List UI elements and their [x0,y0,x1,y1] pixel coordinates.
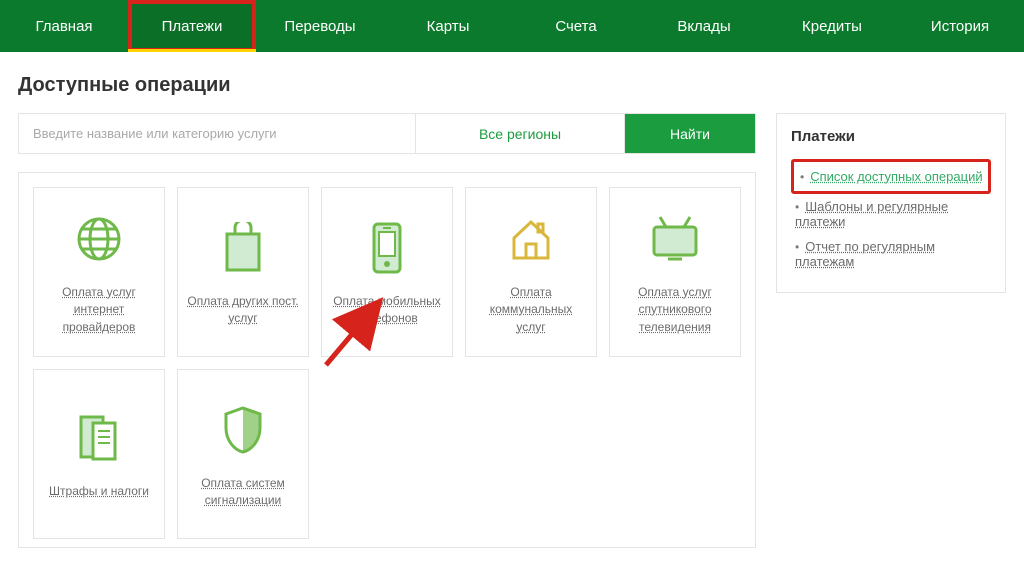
tile-label: Оплата мобильных телефонов [330,293,444,328]
tile-label: Оплата коммунальных услуг [474,284,588,336]
content: Доступные операции Все регионы Найти Опл… [0,52,1024,568]
tile-label: Оплата услуг интернет провайдеров [42,284,156,336]
find-button[interactable]: Найти [625,114,755,153]
side-link-operations[interactable]: Список доступных операций [796,164,986,189]
nav-label: Переводы [284,18,355,35]
page-title: Доступные операции [18,74,1006,97]
globe-icon [74,208,124,270]
side-link-label: Шаблоны и регулярные платежи [795,199,948,229]
side-link-label: Отчет по регулярным платежам [795,239,935,269]
top-nav: Главная Платежи Переводы Карты Счета Вкл… [0,0,1024,52]
annotation-highlight-sidebar: Список доступных операций [791,159,991,194]
tile-label: Оплата систем сигнализации [186,475,300,510]
tile-other[interactable]: Оплата других пост. услуг [177,187,309,357]
tile-utilities[interactable]: Оплата коммунальных услуг [465,187,597,357]
nav-item-credits[interactable]: Кредиты [768,0,896,52]
nav-item-deposits[interactable]: Вклады [640,0,768,52]
tile-fines[interactable]: Штрафы и налоги [33,369,165,539]
sidebar: Платежи Список доступных операций Шаблон… [776,113,1006,548]
nav-label: История [931,18,989,35]
tiles-panel: Оплата услуг интернет провайдеров Оплата… [18,172,756,548]
main-column: Все регионы Найти Оплата услуг интернет … [18,113,756,548]
bag-icon [221,217,265,279]
receipt-icon [75,407,123,469]
tv-icon [648,208,702,270]
nav-item-cards[interactable]: Карты [384,0,512,52]
tile-tv[interactable]: Оплата услуг спутникового телевидения [609,187,741,357]
tile-label: Штрафы и налоги [49,483,149,500]
search-input[interactable] [19,114,415,153]
tile-mobile[interactable]: Оплата мобильных телефонов [321,187,453,357]
nav-label: Карты [427,18,470,35]
tile-label: Оплата других пост. услуг [186,293,300,328]
tile-label: Оплата услуг спутникового телевидения [618,284,732,336]
region-button[interactable]: Все регионы [415,114,625,153]
nav-item-history[interactable]: История [896,0,1024,52]
side-link-label: Список доступных операций [810,169,982,184]
side-panel: Платежи Список доступных операций Шаблон… [776,113,1006,293]
nav-item-payments[interactable]: Платежи [128,0,256,52]
nav-label: Вклады [677,18,730,35]
side-link-report[interactable]: Отчет по регулярным платежам [791,234,991,274]
tile-internet[interactable]: Оплата услуг интернет провайдеров [33,187,165,357]
nav-item-accounts[interactable]: Счета [512,0,640,52]
nav-item-home[interactable]: Главная [0,0,128,52]
phone-icon [370,217,404,279]
nav-label: Платежи [162,18,223,35]
nav-label: Главная [35,18,92,35]
side-title: Платежи [791,128,991,145]
shield-icon [220,399,266,461]
tile-security[interactable]: Оплата систем сигнализации [177,369,309,539]
nav-label: Кредиты [802,18,862,35]
house-icon [506,208,556,270]
nav-item-transfers[interactable]: Переводы [256,0,384,52]
nav-label: Счета [555,18,596,35]
side-link-templates[interactable]: Шаблоны и регулярные платежи [791,194,991,234]
search-bar: Все регионы Найти [18,113,756,154]
